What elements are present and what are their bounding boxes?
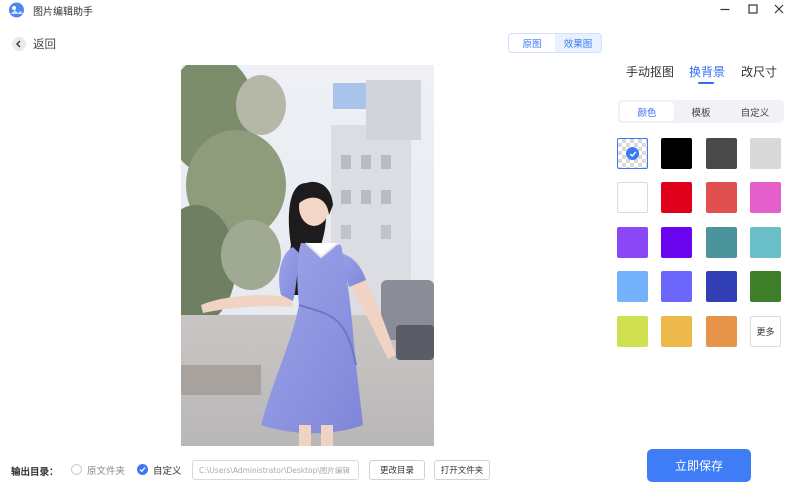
swatch-pink[interactable] bbox=[750, 182, 781, 213]
swatch-violet[interactable] bbox=[617, 227, 648, 258]
swatch-transparent[interactable] bbox=[617, 138, 648, 169]
maximize-button[interactable] bbox=[740, 0, 766, 18]
output-directory-bar: 输出目录： 原文件夹 自定义 C:\Users\Administrator\De… bbox=[0, 458, 640, 482]
view-result-tab[interactable]: 效果图 bbox=[555, 34, 601, 52]
radio-custom-folder[interactable] bbox=[137, 464, 148, 475]
check-icon bbox=[139, 467, 146, 473]
swatch-periwinkle[interactable] bbox=[661, 271, 692, 302]
change-directory-button[interactable]: 更改目录 bbox=[369, 460, 425, 480]
swatch-sky-blue[interactable] bbox=[617, 271, 648, 302]
swatch-purple[interactable] bbox=[661, 227, 692, 258]
app-title: 图片编辑助手 bbox=[33, 7, 93, 18]
subtab-template[interactable]: 模板 bbox=[674, 102, 728, 121]
background-type-tabs: 颜色 模板 自定义 bbox=[618, 100, 784, 123]
image-preview bbox=[181, 65, 434, 446]
app-logo-icon bbox=[9, 2, 24, 18]
swatch-cyan[interactable] bbox=[750, 227, 781, 258]
swatch-orange[interactable] bbox=[706, 316, 737, 347]
selected-check-icon bbox=[626, 147, 639, 160]
close-icon bbox=[774, 4, 784, 14]
more-colors-label: 更多 bbox=[756, 328, 775, 338]
swatch-dark-gray[interactable] bbox=[706, 138, 737, 169]
swatch-royal-blue[interactable] bbox=[706, 271, 737, 302]
back-button[interactable]: 返回 bbox=[12, 34, 56, 54]
tab-resize[interactable]: 改尺寸 bbox=[741, 63, 777, 80]
preview-photo bbox=[181, 65, 434, 446]
radio-original-folder[interactable] bbox=[71, 464, 82, 475]
back-label: 返回 bbox=[33, 37, 56, 51]
tab-manual-cutout[interactable]: 手动抠图 bbox=[626, 63, 674, 80]
minimize-icon bbox=[720, 8, 730, 11]
title-bar: 图片编辑助手 bbox=[0, 0, 794, 20]
swatch-mustard[interactable] bbox=[661, 316, 692, 347]
tab-change-background[interactable]: 换背景 bbox=[689, 63, 725, 80]
view-original-tab[interactable]: 原图 bbox=[509, 34, 555, 52]
open-folder-button[interactable]: 打开文件夹 bbox=[434, 460, 490, 480]
active-tab-indicator bbox=[698, 82, 714, 84]
chevron-left-icon bbox=[12, 37, 26, 51]
custom-folder-label: 自定义 bbox=[153, 466, 182, 477]
original-folder-label: 原文件夹 bbox=[87, 466, 126, 477]
swatch-black[interactable] bbox=[661, 138, 692, 169]
swatch-white[interactable] bbox=[617, 182, 648, 213]
swatch-lime[interactable] bbox=[617, 316, 648, 347]
swatch-green[interactable] bbox=[750, 271, 781, 302]
swatch-teal[interactable] bbox=[706, 227, 737, 258]
view-toggle: 原图 效果图 bbox=[508, 33, 602, 53]
close-button[interactable] bbox=[766, 0, 792, 18]
more-colors-button[interactable]: 更多 bbox=[750, 316, 781, 347]
save-now-button[interactable]: 立即保存 bbox=[647, 449, 751, 482]
output-path-field[interactable]: C:\Users\Administrator\Desktop\图片编辑 bbox=[192, 460, 359, 480]
subtab-custom[interactable]: 自定义 bbox=[728, 102, 782, 121]
minimize-button[interactable] bbox=[712, 0, 738, 18]
maximize-icon bbox=[748, 4, 758, 14]
output-dir-label: 输出目录： bbox=[11, 467, 59, 478]
swatch-coral[interactable] bbox=[706, 182, 737, 213]
swatch-red[interactable] bbox=[661, 182, 692, 213]
subtab-color[interactable]: 颜色 bbox=[620, 102, 674, 121]
swatch-light-gray[interactable] bbox=[750, 138, 781, 169]
